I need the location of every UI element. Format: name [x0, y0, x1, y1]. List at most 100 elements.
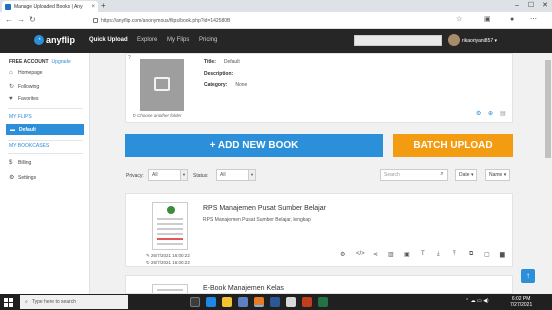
- trash-icon[interactable]: ▆: [500, 251, 505, 258]
- sidebar-item-label: Billing: [18, 160, 32, 166]
- system-tray-icons[interactable]: ⌃ ☁ ▭ ◀): [465, 298, 489, 304]
- store-icon[interactable]: [238, 297, 248, 307]
- share-icon[interactable]: ⋖: [373, 251, 378, 258]
- folder-info-card: ? ↻ Choose another folder Title: Default …: [125, 53, 513, 123]
- folder-share-icon[interactable]: ⊕: [488, 110, 493, 117]
- choose-folder-link[interactable]: ↻ Choose another folder: [132, 113, 182, 119]
- following-icon: ↻: [9, 84, 15, 90]
- sort-name-button[interactable]: Name ▾: [485, 169, 511, 181]
- sidebar-item-billing[interactable]: $ Billing: [9, 160, 31, 166]
- folder-settings-icon[interactable]: ⚙: [476, 110, 481, 117]
- search-icon[interactable]: ⌕: [436, 169, 448, 181]
- book-title[interactable]: E-Book Manajemen Kelas: [203, 285, 284, 292]
- edge-icon[interactable]: [206, 297, 216, 307]
- privacy-select[interactable]: All ▼: [148, 169, 188, 181]
- word-icon[interactable]: [270, 297, 280, 307]
- my-flips-heading[interactable]: MY FLIPS: [9, 114, 32, 120]
- privacy-label: Privacy:: [126, 173, 144, 179]
- lock-icon[interactable]: ▢: [484, 251, 490, 258]
- chrome-icon[interactable]: [286, 297, 296, 307]
- profile-icon[interactable]: ●: [510, 16, 514, 24]
- powerpoint-icon[interactable]: [302, 297, 312, 307]
- avatar[interactable]: [448, 34, 460, 46]
- search-icon: ⌕: [25, 299, 28, 305]
- firefox-icon[interactable]: [254, 297, 264, 307]
- maximize-button[interactable]: ☐: [524, 0, 538, 12]
- nav-quick-upload[interactable]: Quick Upload: [89, 37, 128, 43]
- browser-tab-bar: Manage Uploaded Books | Any × + – ☐ ✕: [0, 0, 552, 12]
- add-new-book-button[interactable]: + ADD NEW BOOK: [125, 134, 383, 157]
- sidebar-item-label: Favorites: [18, 96, 39, 102]
- folder-icon: ▬: [10, 126, 15, 133]
- scrollbar-thumb[interactable]: [545, 60, 551, 158]
- forward-button[interactable]: →: [17, 15, 25, 25]
- refresh-button[interactable]: ↻: [29, 15, 36, 25]
- logo-text: anyflip: [46, 35, 76, 45]
- new-tab-button[interactable]: +: [101, 1, 106, 10]
- back-button[interactable]: ←: [5, 15, 13, 25]
- sidebar-item-favorites[interactable]: ♥ Favorites: [9, 96, 39, 102]
- sidebar-divider: [8, 153, 83, 154]
- windows-taskbar: ⌕ Type here to search ⌃ ☁ ▭ ◀) 6:02 PM 7…: [0, 294, 552, 310]
- book-thumbnail[interactable]: [152, 202, 188, 250]
- folder-delete-icon[interactable]: ▤: [500, 110, 506, 117]
- sidebar-item-label: Homepage: [18, 70, 43, 76]
- close-window-button[interactable]: ✕: [538, 0, 552, 12]
- upload-icon[interactable]: ⤒: [453, 251, 456, 258]
- book-title[interactable]: RPS Manajemen Pusat Sumber Belajar: [203, 205, 326, 212]
- scroll-to-top-button[interactable]: ↑: [521, 269, 535, 283]
- tab-title: Manage Uploaded Books | Any: [14, 3, 83, 10]
- excel-icon[interactable]: [318, 297, 328, 307]
- minimize-button[interactable]: –: [510, 0, 524, 12]
- nav-my-flips[interactable]: My Flips: [167, 37, 189, 43]
- anyflip-favicon-icon: [5, 3, 11, 10]
- sidebar-item-label: Following: [18, 83, 40, 90]
- task-view-icon[interactable]: [190, 297, 200, 307]
- edit-icon[interactable]: ▣: [404, 251, 410, 258]
- taskbar-search-input[interactable]: ⌕ Type here to search: [20, 295, 128, 309]
- batch-upload-button[interactable]: BATCH UPLOAD: [393, 134, 513, 157]
- browser-tab[interactable]: Manage Uploaded Books | Any ×: [2, 1, 98, 12]
- clock-date: 7/27/2021: [510, 302, 533, 308]
- taskbar-clock[interactable]: 6:02 PM 7/27/2021: [510, 296, 532, 308]
- book-settings-icon[interactable]: ⚙: [340, 251, 345, 258]
- sidebar-item-default-folder[interactable]: ▬ Default: [6, 124, 84, 135]
- nav-explore[interactable]: Explore: [137, 37, 157, 43]
- upgrade-link[interactable]: Upgrade: [52, 59, 71, 65]
- file-explorer-icon[interactable]: [222, 297, 232, 307]
- collections-icon[interactable]: ▣: [484, 16, 491, 24]
- anyflip-logo[interactable]: ◔ anyflip: [34, 35, 75, 45]
- book-icon[interactable]: ▥: [388, 251, 394, 258]
- username-menu[interactable]: rikaoriyani857 ▾: [462, 38, 497, 44]
- book-thumbnail[interactable]: [152, 284, 188, 293]
- book-list-item: E-Book Manajemen Kelas: [125, 275, 513, 294]
- close-tab-icon[interactable]: ×: [91, 4, 95, 10]
- help-icon[interactable]: ?: [128, 55, 131, 61]
- my-bookcases-heading[interactable]: MY BOOKCASES: [9, 143, 49, 149]
- sidebar-item-following[interactable]: ↻ Following: [9, 83, 40, 91]
- folder-title-row: Title: Default: [204, 59, 240, 65]
- bookmark-star-icon[interactable]: ☆: [456, 16, 462, 24]
- menu-icon[interactable]: ⋯: [530, 16, 537, 24]
- logo-icon: ◔: [34, 35, 44, 45]
- copy-icon[interactable]: ⧉: [469, 251, 473, 258]
- sort-date-button[interactable]: Date ▾: [455, 169, 478, 181]
- sidebar-item-homepage[interactable]: ⌂ Homepage: [9, 70, 42, 76]
- chevron-down-icon: ▼: [180, 170, 187, 180]
- nav-pricing[interactable]: Pricing: [199, 37, 217, 43]
- folder-cover-image[interactable]: [140, 59, 184, 111]
- sidebar-divider: [8, 140, 83, 141]
- windows-start-icon[interactable]: [4, 298, 13, 307]
- download-icon[interactable]: ⤓: [437, 251, 440, 258]
- embed-code-icon[interactable]: </>: [356, 251, 365, 257]
- book-description: RPS Manajemen Pusat Sumber Belajar, leng…: [203, 217, 311, 223]
- settings-icon: ⚙: [9, 175, 15, 181]
- sidebar-item-settings[interactable]: ⚙ Settings: [9, 174, 36, 182]
- status-select[interactable]: All ▼: [216, 169, 256, 181]
- university-seal-icon: [167, 206, 175, 214]
- url-field[interactable]: https://anyflip.com/anonymous/flips/book…: [93, 15, 463, 26]
- text-icon[interactable]: T: [421, 251, 425, 257]
- sidebar-divider: [8, 108, 83, 109]
- header-search-input[interactable]: [354, 35, 442, 46]
- description-label: Description:: [204, 71, 234, 77]
